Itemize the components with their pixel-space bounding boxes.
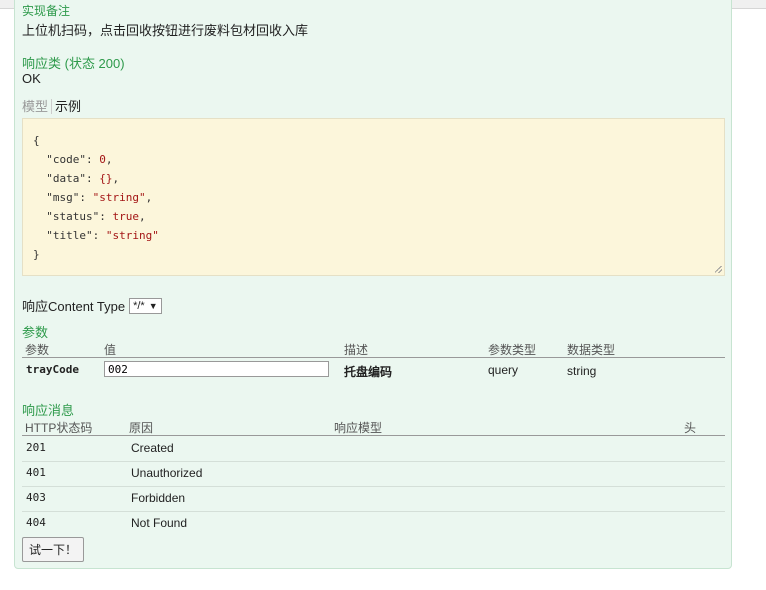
code-token: } [33,248,40,261]
code-token: "msg" [46,191,80,204]
response-message-row: 404 Not Found [22,512,725,536]
status-code: 403 [26,491,46,504]
msg-col-model: 响应模型 [334,421,383,435]
code-token: "title" [46,229,93,242]
code-token: { [33,134,40,147]
response-messages-heading: 响应消息 [22,403,75,418]
status-reason: Unauthorized [131,466,203,480]
code-token: : [99,210,113,223]
response-class-value: OK [22,71,41,86]
param-description: 托盘编码 [344,365,393,379]
code-token: , [112,172,120,185]
parameters-heading: 参数 [22,325,49,340]
try-it-out-button[interactable]: 试一下！ [22,537,84,562]
response-content-type: 响应Content Type */* ▼ [22,296,162,315]
code-line: { [33,131,714,150]
code-token: : [92,229,106,242]
status-reason: Not Found [131,516,188,530]
code-line: "data": {}, [33,169,714,188]
status-code: 401 [26,466,46,479]
param-col-name: 参数 [25,343,50,357]
code-line: } [33,245,714,264]
code-token: "data" [46,172,86,185]
code-token: : [79,191,93,204]
content-type-selected: */* [133,299,145,312]
param-data-type: string [567,364,597,378]
model-example-tabs: 模型 示例 [22,96,81,115]
content-type-label: 响应Content Type [22,299,126,314]
param-col-value: 值 [104,343,117,357]
msg-col-code: HTTP状态码 [25,421,93,435]
code-token: , [138,210,146,223]
param-type: query [488,363,519,377]
code-token: : [86,153,100,166]
parameters-header-row: 参数 值 描述 参数类型 数据类型 [22,341,725,358]
code-token: "code" [46,153,86,166]
response-messages-header-row: HTTP状态码 原因 响应模型 头 [22,419,725,436]
code-token: , [105,153,113,166]
code-token: "string" [105,229,159,242]
code-token: : [86,172,100,185]
msg-col-headers: 头 [684,421,697,435]
code-token: true [112,210,139,223]
implementation-notes-heading: 实现备注 [22,4,71,18]
parameter-row: trayCode 托盘编码 query string [22,360,725,382]
response-message-row: 401 Unauthorized [22,462,725,487]
response-message-row: 201 Created [22,437,725,462]
code-line: "status": true, [33,207,714,226]
code-line: "msg": "string", [33,188,714,207]
status-code: 201 [26,441,46,454]
traycode-input[interactable] [104,361,329,377]
response-example-code[interactable]: { "code": 0, "data": {}, "msg": "string"… [22,118,725,276]
code-token: "string" [92,191,146,204]
response-message-row: 403 Forbidden [22,487,725,512]
implementation-notes-text: 上位机扫码，点击回收按钮进行废料包材回收入库 [22,23,309,38]
code-line: "code": 0, [33,150,714,169]
param-col-param-type: 参数类型 [488,343,537,357]
response-class-heading: 响应类 (状态 200) [22,56,125,71]
code-token: , [145,191,153,204]
param-col-data-type: 数据类型 [567,343,616,357]
code-token: {} [99,172,113,185]
param-name: trayCode [26,363,79,376]
code-token: "status" [46,210,100,223]
param-col-description: 描述 [344,343,369,357]
code-token: 0 [99,153,106,166]
msg-col-reason: 原因 [129,421,154,435]
status-code: 404 [26,516,46,529]
status-reason: Forbidden [131,491,186,505]
resize-handle-icon[interactable] [715,266,722,273]
status-reason: Created [131,441,174,455]
tab-model[interactable]: 模型 [22,99,53,114]
content-type-select[interactable]: */* ▼ [129,297,162,314]
code-line: "title": "string" [33,226,714,245]
chevron-down-icon: ▼ [148,300,158,311]
tab-example[interactable]: 示例 [52,99,81,114]
